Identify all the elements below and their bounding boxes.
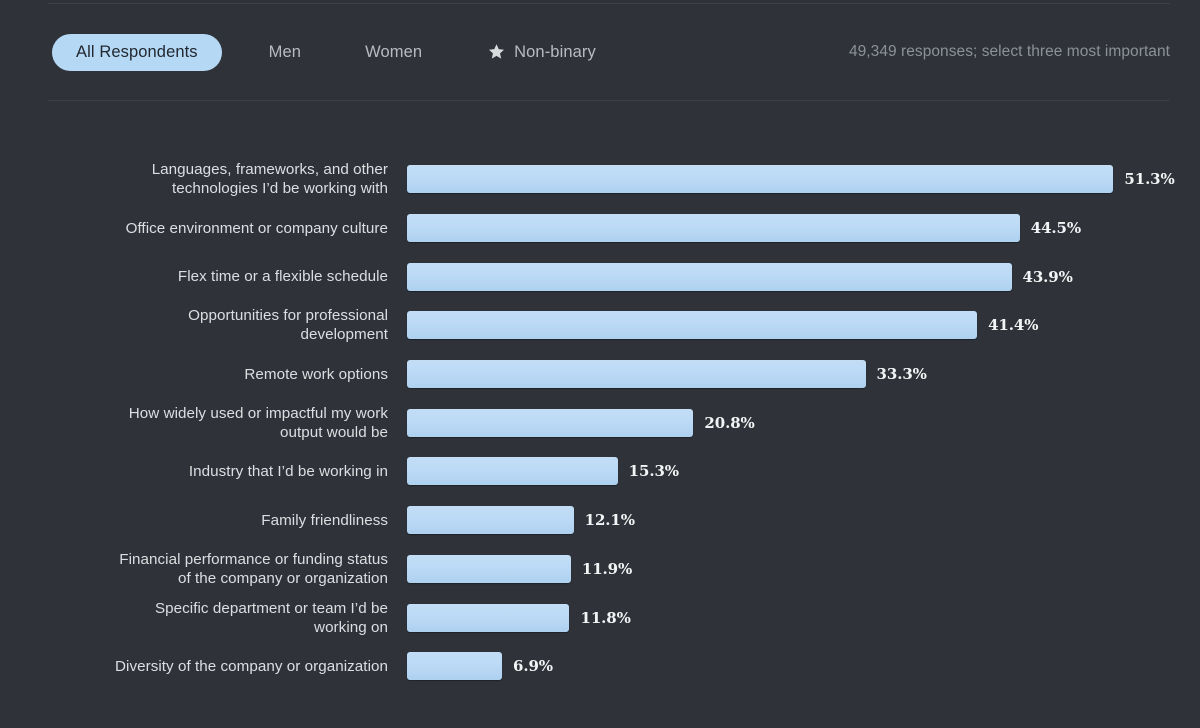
bar-category-label: Financial performance or funding status …: [119, 550, 388, 587]
bar-track: 41.4%: [388, 301, 1200, 350]
chart-row: Family friendliness 12.1%: [0, 496, 1200, 545]
bar[interactable]: [407, 554, 571, 583]
tab-women-label: Women: [365, 42, 423, 61]
bar-track: 6.9%: [388, 642, 1200, 691]
bar-value-label: 11.9%: [581, 559, 633, 578]
chart-row: Opportunities for professional developme…: [0, 301, 1200, 350]
bar-track: 51.3%: [388, 155, 1200, 204]
bar-track: 15.3%: [388, 447, 1200, 496]
bar-category-label: Opportunities for professional developme…: [188, 307, 388, 344]
response-count-note: 49,349 responses; select three most impo…: [848, 43, 1170, 60]
header-divider: [48, 100, 1170, 101]
chart-row: Remote work options 33.3%: [0, 350, 1200, 399]
bar-category-label: Languages, frameworks, and other technol…: [151, 161, 388, 198]
bar-value-label: 6.9%: [513, 657, 553, 676]
chart-row: How widely used or impactful my work out…: [0, 398, 1200, 447]
tab-women[interactable]: Women: [347, 34, 440, 71]
chart-row: Financial performance or funding status …: [0, 545, 1200, 594]
top-divider: [48, 3, 1170, 4]
bar-track: 43.9%: [388, 252, 1200, 301]
bar-category-label: Diversity of the company or organization: [115, 657, 388, 675]
chart-row: Specific department or team I’d be worki…: [0, 593, 1200, 642]
bar-category-label: Flex time or a flexible schedule: [177, 268, 388, 286]
respondent-filter-tabs: All Respondents Men Women Non-binary: [52, 33, 614, 71]
bar[interactable]: [407, 506, 574, 535]
bar[interactable]: [407, 262, 1012, 291]
chart-row: Industry that I’d be working in 15.3%: [0, 447, 1200, 496]
bar-track: 12.1%: [388, 496, 1200, 545]
bar-value-label: 11.8%: [580, 608, 631, 627]
bar[interactable]: [407, 165, 1114, 194]
bar-value-label: 33.3%: [876, 365, 927, 384]
bar-track: 44.5%: [388, 204, 1200, 253]
bar[interactable]: [407, 457, 618, 486]
bar-category-label: Office environment or company culture: [125, 219, 388, 237]
tab-non-binary[interactable]: Non-binary: [470, 34, 614, 71]
bar[interactable]: [407, 360, 866, 389]
bar[interactable]: [407, 408, 694, 437]
chart-row: Diversity of the company or organization…: [0, 642, 1200, 691]
bar-category-label: Industry that I’d be working in: [188, 462, 388, 480]
bar-track: 20.8%: [388, 398, 1200, 447]
bar[interactable]: [407, 214, 1020, 243]
bar-category-label: Specific department or team I’d be worki…: [154, 599, 388, 636]
bar-value-label: 44.5%: [1030, 219, 1082, 238]
tab-men[interactable]: Men: [251, 34, 319, 71]
tab-non-binary-label: Non-binary: [514, 42, 596, 61]
bar-value-label: 43.9%: [1022, 267, 1073, 286]
tab-all-respondents-label: All Respondents: [76, 42, 198, 61]
chart-row: Office environment or company culture 44…: [0, 204, 1200, 253]
chart-header: All Respondents Men Women Non-binary 49,…: [0, 16, 1200, 88]
bar-category-label: Remote work options: [244, 365, 388, 383]
bar[interactable]: [407, 603, 570, 632]
bar-value-label: 12.1%: [584, 511, 635, 530]
tab-men-label: Men: [268, 42, 302, 61]
bar[interactable]: [407, 652, 502, 681]
chart-row: Flex time or a flexible schedule 43.9%: [0, 252, 1200, 301]
star-icon: [488, 43, 505, 60]
bar[interactable]: [407, 311, 978, 340]
bar-category-label: How widely used or impactful my work out…: [128, 404, 388, 441]
horizontal-bar-chart: Languages, frameworks, and other technol…: [0, 155, 1200, 691]
bar-value-label: 51.3%: [1124, 170, 1175, 189]
bar-track: 11.9%: [388, 545, 1200, 594]
bar-track: 11.8%: [388, 593, 1200, 642]
bar-category-label: Family friendliness: [261, 511, 388, 529]
bar-value-label: 15.3%: [628, 462, 679, 481]
chart-row: Languages, frameworks, and other technol…: [0, 155, 1200, 204]
bar-value-label: 41.4%: [988, 316, 1039, 335]
tab-all-respondents[interactable]: All Respondents: [52, 33, 222, 71]
bar-value-label: 20.8%: [704, 413, 755, 432]
bar-track: 33.3%: [388, 350, 1200, 399]
